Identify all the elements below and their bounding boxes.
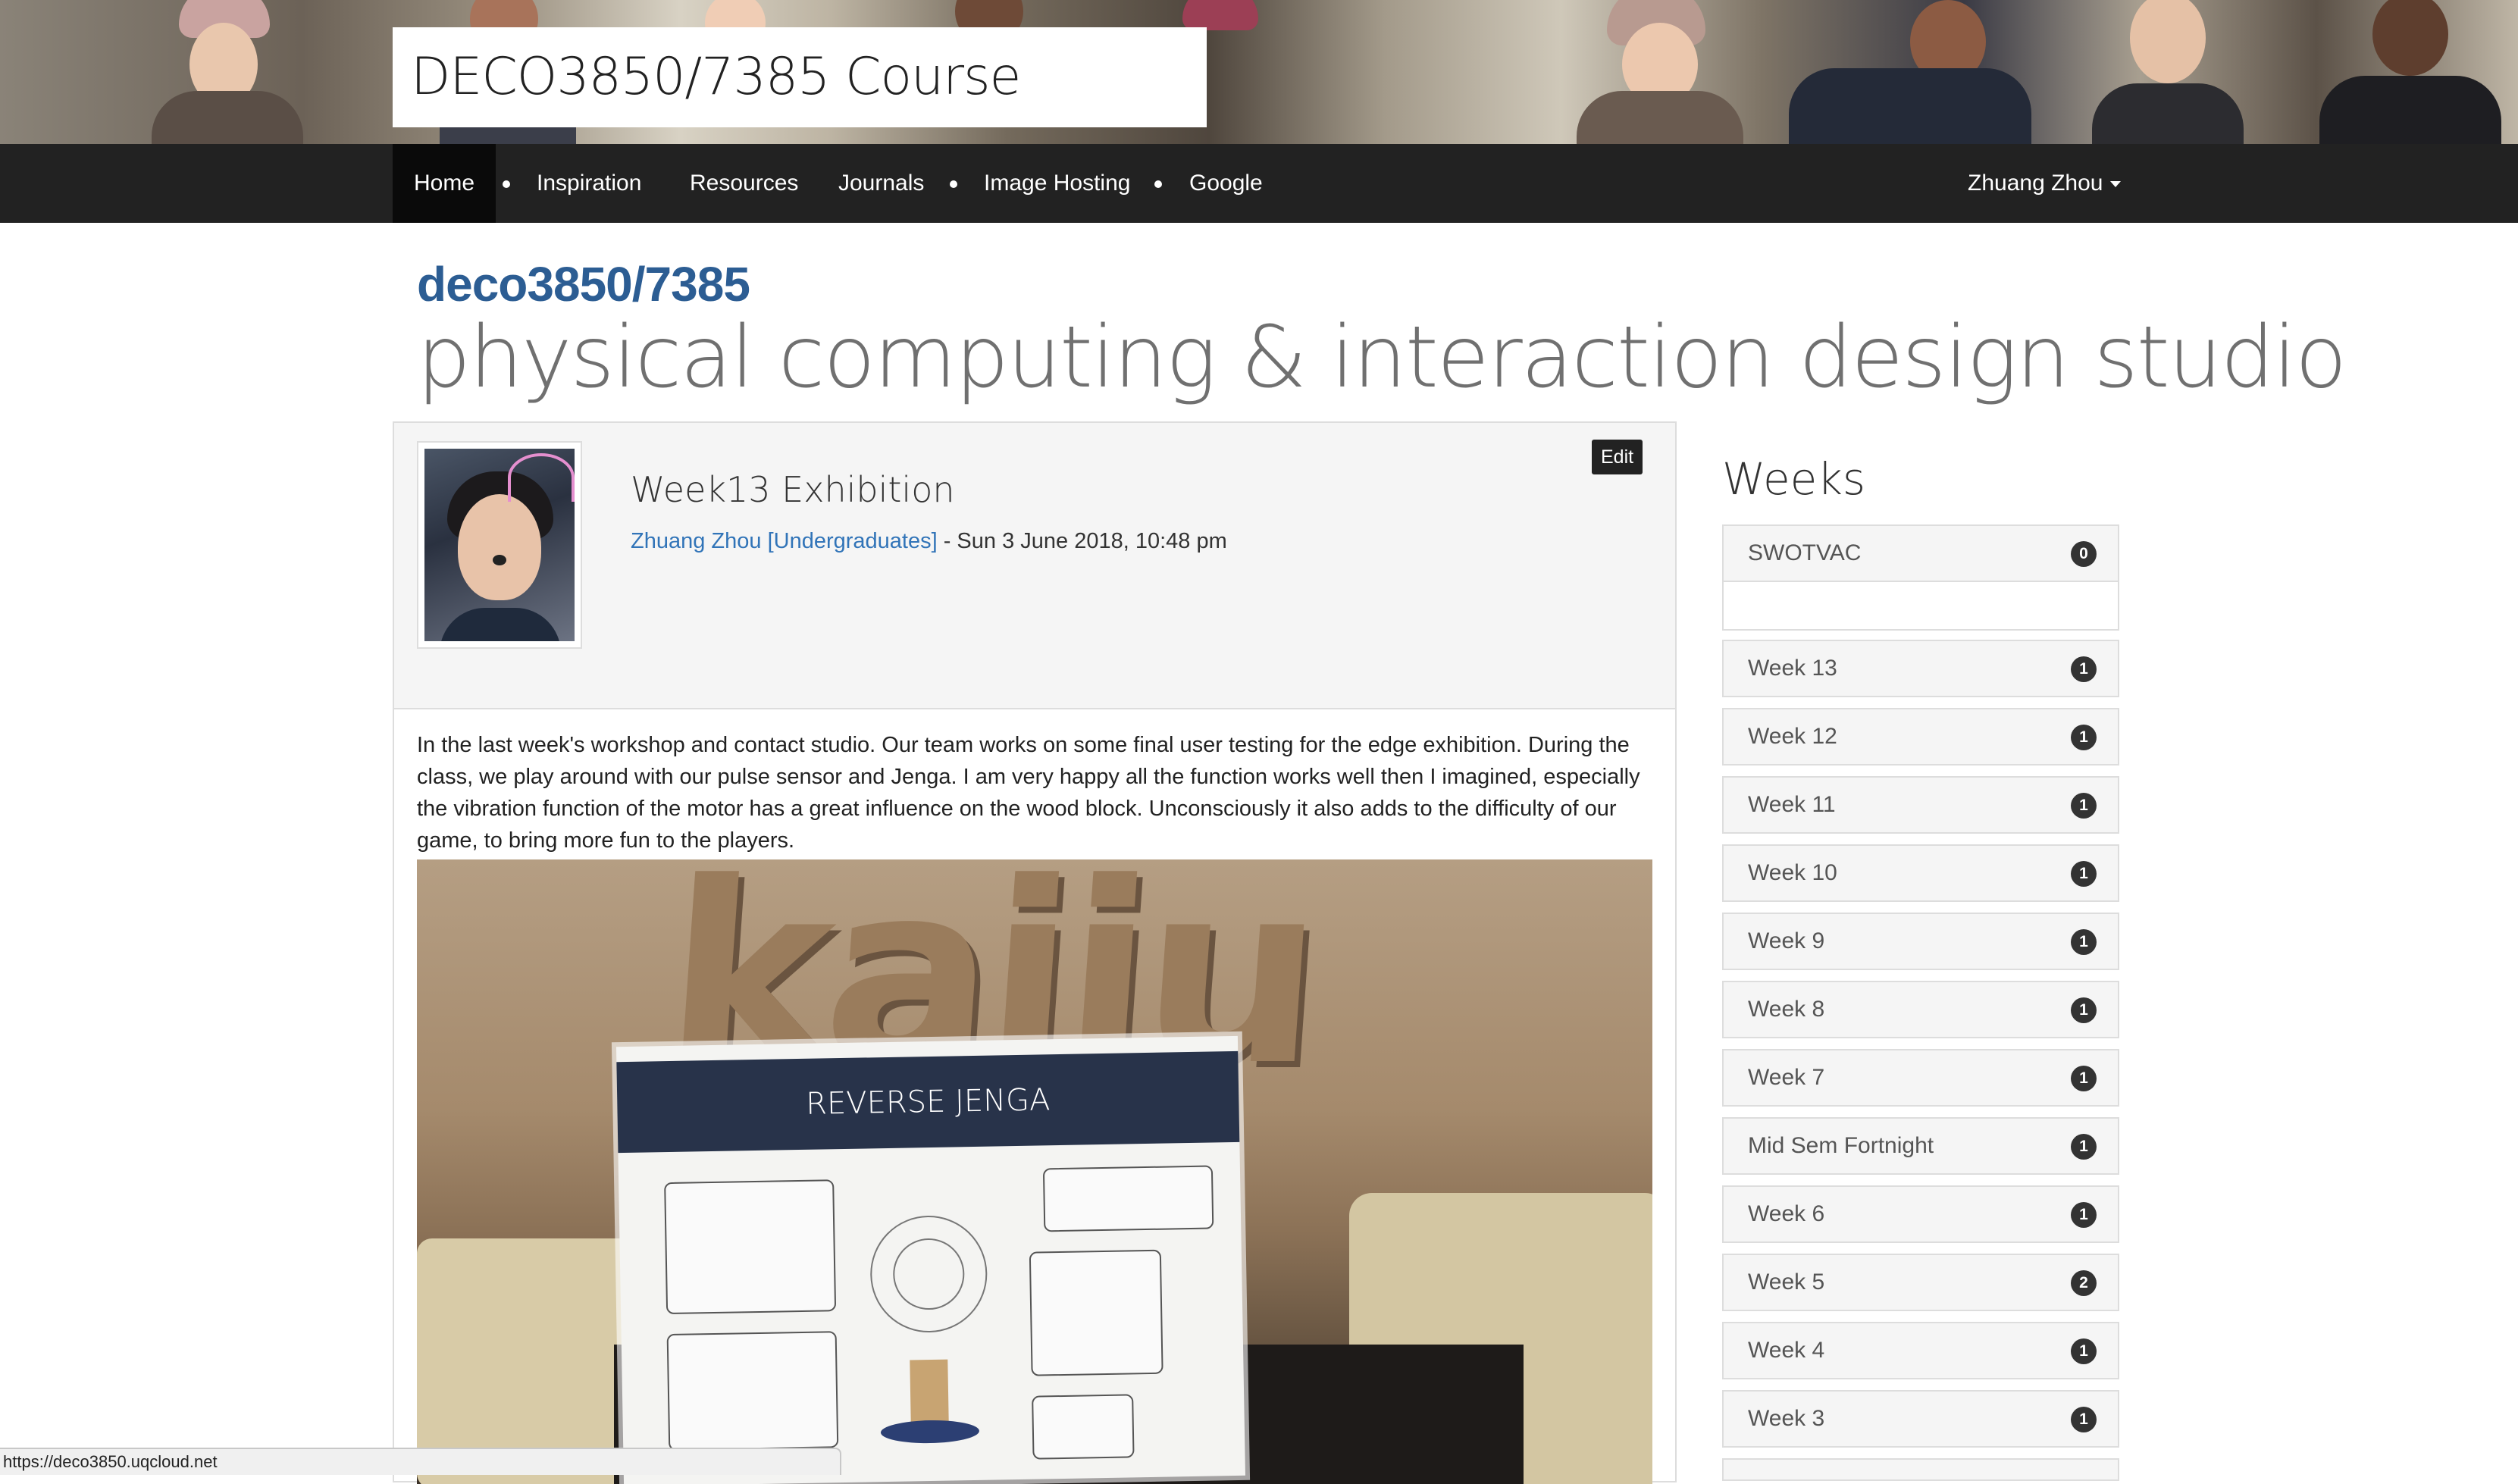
week-label: Week 6 <box>1748 1201 1825 1226</box>
entry-count-badge: 0 <box>2071 541 2097 567</box>
entry-count-badge: 1 <box>2071 997 2097 1023</box>
week-list-item[interactable]: Week 9 1 <box>1722 913 2119 970</box>
nav-separator-dot <box>1154 180 1162 188</box>
author-avatar[interactable] <box>417 441 582 649</box>
week-label: Week 8 <box>1748 997 1825 1022</box>
week-list-item[interactable]: Week 11 1 <box>1722 776 2119 834</box>
avatar-photo <box>424 449 575 641</box>
week-label: Week 10 <box>1748 860 1837 885</box>
entry-count-badge: 1 <box>2071 1407 2097 1432</box>
week-list-item[interactable]: Week 10 1 <box>1722 844 2119 902</box>
user-name: Zhuang Zhou <box>1968 171 2103 196</box>
week-label: Week 3 <box>1748 1406 1825 1431</box>
nav-inspiration-link[interactable]: Inspiration <box>537 144 641 223</box>
nav-journals-link[interactable]: Journals <box>838 144 924 223</box>
week-list-item[interactable]: Week 3 1 <box>1722 1390 2119 1448</box>
week-list-item[interactable]: Week 4 1 <box>1722 1322 2119 1379</box>
week-label: Week 9 <box>1748 928 1825 953</box>
user-menu-dropdown[interactable]: Zhuang Zhou <box>1968 144 2122 223</box>
week-list-item[interactable]: Week 13 1 <box>1722 640 2119 697</box>
week-list-item-partial[interactable] <box>1722 1458 2119 1481</box>
browser-status-url: https://deco3850.uqcloud.net <box>0 1448 841 1475</box>
entry-count-badge: 1 <box>2071 1066 2097 1091</box>
exhibition-photo: kaiju REVERSE JENGA <box>417 859 1652 1484</box>
entry-count-badge: 1 <box>2071 1202 2097 1228</box>
entry-count-badge: 1 <box>2071 929 2097 955</box>
entry-meta: Zhuang Zhou [Undergraduates] - Sun 3 Jun… <box>631 526 1227 556</box>
entry-count-badge: 1 <box>2071 656 2097 682</box>
week-label: Mid Sem Fortnight <box>1748 1133 1934 1158</box>
entry-title: Week13 Exhibition <box>631 469 955 510</box>
week-list-item[interactable]: Mid Sem Fortnight 1 <box>1722 1117 2119 1175</box>
entry-header: Week13 Exhibition Zhuang Zhou [Undergrad… <box>394 423 1675 709</box>
nav-separator-dot <box>950 180 957 188</box>
entry-count-badge: 2 <box>2071 1270 2097 1296</box>
week-label: SWOTVAC <box>1748 540 1862 565</box>
entry-count-badge: 1 <box>2071 1338 2097 1364</box>
week-list-item[interactable]: Week 7 1 <box>1722 1049 2119 1107</box>
cat-nose-filter <box>493 555 506 565</box>
header-banner-image: DECO3850/7385 Course Journals <box>0 0 2518 144</box>
entry-body-text: In the last week's workshop and contact … <box>417 733 1640 853</box>
week-list-spacer <box>1722 582 2119 631</box>
week-label: Week 4 <box>1748 1338 1825 1363</box>
course-code-heading: deco3850/7385 <box>417 257 750 312</box>
poster-title: REVERSE JENGA <box>616 1050 1240 1154</box>
course-title-heading: physical computing & interaction design … <box>417 308 2347 407</box>
photo-poster-board: REVERSE JENGA <box>616 1035 1245 1484</box>
week-list-item[interactable]: SWOTVAC 0 <box>1722 524 2119 582</box>
week-list-item[interactable]: Week 5 2 <box>1722 1254 2119 1311</box>
nav-separator-dot <box>503 180 510 188</box>
week-label: Week 11 <box>1748 792 1836 817</box>
entry-count-badge: 1 <box>2071 793 2097 819</box>
week-label: Week 7 <box>1748 1065 1825 1090</box>
nav-google-link[interactable]: Google <box>1189 144 1263 223</box>
week-label: Week 12 <box>1748 724 1837 749</box>
week-label: Week 5 <box>1748 1270 1825 1295</box>
nav-resources-link[interactable]: Resources <box>690 144 798 223</box>
week-label: Week 13 <box>1748 656 1837 681</box>
caret-down-icon <box>2110 181 2122 188</box>
entry-date: - Sun 3 June 2018, 10:48 pm <box>937 529 1227 553</box>
weeks-heading: Weeks <box>1722 453 1866 505</box>
week-list-item[interactable]: Week 8 1 <box>1722 981 2119 1038</box>
journal-entry-panel: Week13 Exhibition Zhuang Zhou [Undergrad… <box>393 421 1677 1484</box>
nav-image-hosting-link[interactable]: Image Hosting <box>984 144 1130 223</box>
entry-count-badge: 1 <box>2071 861 2097 887</box>
week-list-item[interactable]: Week 12 1 <box>1722 708 2119 765</box>
entry-count-badge: 1 <box>2071 725 2097 750</box>
author-link[interactable]: Zhuang Zhou [Undergraduates] <box>631 529 938 553</box>
site-title[interactable]: DECO3850/7385 Course Journals <box>393 27 1207 127</box>
cat-ears-filter <box>508 453 575 502</box>
edit-button[interactable]: Edit <box>1592 440 1643 474</box>
entry-count-badge: 1 <box>2071 1134 2097 1160</box>
nav-home-link[interactable]: Home <box>393 144 496 223</box>
top-navbar: Home Inspiration Resources Journals Imag… <box>0 144 2518 223</box>
week-list-item[interactable]: Week 6 1 <box>1722 1185 2119 1243</box>
